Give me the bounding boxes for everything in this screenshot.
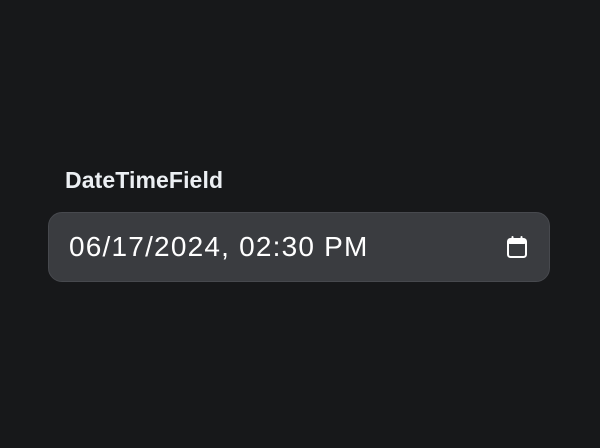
datetime-field-demo: DateTimeField 06/17/2024, 02:30 PM bbox=[0, 0, 600, 448]
datetime-value[interactable]: 06/17/2024, 02:30 PM bbox=[69, 229, 504, 265]
datetime-input[interactable]: 06/17/2024, 02:30 PM bbox=[48, 212, 550, 282]
datetime-field-label: DateTimeField bbox=[65, 167, 224, 193]
calendar-icon[interactable] bbox=[504, 234, 530, 260]
